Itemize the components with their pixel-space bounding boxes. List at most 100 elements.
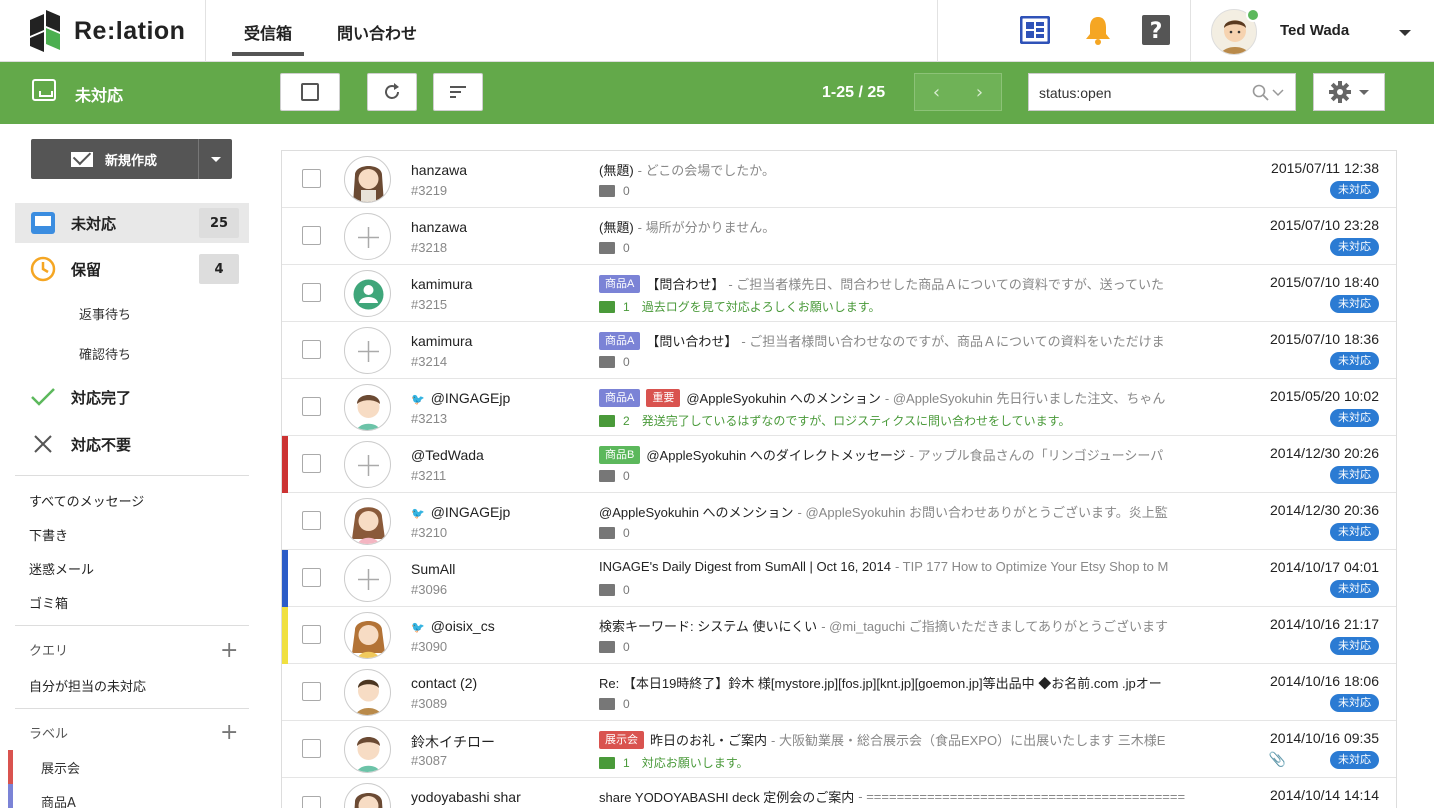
select-all-button[interactable]	[280, 73, 340, 111]
sender-name[interactable]: @TedWada	[411, 447, 484, 463]
sender-name[interactable]: 🐦 @oisix_cs	[411, 618, 495, 634]
sender-name[interactable]: 鈴木イチロー	[411, 732, 495, 752]
message-row[interactable]: 🐦 @INGAGEjp #3210 @AppleSyokuhin へのメンション - @…	[282, 493, 1396, 550]
sidebar-label-item[interactable]: 商品A	[8, 784, 76, 808]
row-checkbox[interactable]	[302, 739, 321, 758]
message-subject[interactable]: share YODOYABASHI deck 定例会のご案内 - ========…	[599, 787, 1241, 806]
sidebar-item-done[interactable]: 対応完了	[15, 377, 249, 417]
sidebar-item-my-open[interactable]: 自分が担当の未対応	[29, 676, 146, 695]
row-checkbox[interactable]	[302, 568, 321, 587]
message-subject[interactable]: @AppleSyokuhin へのメンション - @AppleSyokuhin お…	[599, 502, 1241, 521]
refresh-button[interactable]	[367, 73, 417, 111]
sender-name[interactable]: yodoyabashi shar	[411, 789, 521, 805]
compose-button[interactable]: 新規作成	[31, 139, 197, 179]
add-contact-plus-icon[interactable]	[344, 327, 391, 374]
sender-name[interactable]: contact (2)	[411, 675, 477, 691]
message-subject[interactable]: 商品A 【問い合わせ】 - ご担当者様問い合わせなのですが、商品Ａについての資料をい…	[599, 331, 1241, 350]
message-row[interactable]: contact (2) #3089 Re: 【本日19時終了】鈴木 様[mystor…	[282, 664, 1396, 721]
search-input[interactable]	[1039, 85, 1239, 101]
contact-avatar[interactable]	[344, 270, 391, 317]
sidebar-item-onhold[interactable]: 保留 4	[15, 249, 249, 289]
sidebar-item-spam[interactable]: 迷惑メール	[29, 559, 94, 578]
row-checkbox[interactable]	[302, 796, 321, 808]
sidebar-item-open[interactable]: 未対応 25	[15, 203, 249, 243]
tab-inquiries[interactable]: 問い合わせ	[337, 20, 417, 44]
add-contact-plus-icon[interactable]	[344, 441, 391, 488]
message-subject[interactable]: 商品A 【問合わせ】 - ご担当者様先日、問合わせした商品Ａについての資料ですが、送…	[599, 274, 1241, 293]
message-row[interactable]: @TedWada #3211 商品B @AppleSyokuhin へのダイレクトメッ…	[282, 436, 1396, 493]
help-icon[interactable]: ?	[1141, 14, 1171, 46]
message-subject[interactable]: 商品A 重要 @AppleSyokuhin へのメンション - @AppleSyoku…	[599, 388, 1241, 407]
message-row[interactable]: hanzawa #3219 (無題) - どこの会場でしたか。 0 2015/07/11 …	[282, 151, 1396, 208]
user-menu-caret-icon[interactable]	[1399, 30, 1411, 36]
sender-name[interactable]: kamimura	[411, 333, 472, 349]
next-page-button[interactable]: ›	[958, 74, 1001, 110]
sender-name[interactable]: 🐦 @INGAGEjp	[411, 504, 510, 520]
search-icon[interactable]	[1252, 84, 1270, 102]
app-logo[interactable]: Re:lation	[30, 10, 185, 52]
message-subject[interactable]: 検索キーワード: システム 使いにくい - @mi_taguchi ご指摘いただき…	[599, 616, 1241, 635]
message-row[interactable]: SumAll #3096 INGAGE's Daily Digest from Su…	[282, 550, 1396, 607]
contact-avatar[interactable]	[344, 498, 391, 545]
row-checkbox[interactable]	[302, 511, 321, 530]
sidebar-label-item[interactable]: 展示会	[8, 750, 80, 784]
message-subject[interactable]: 展示会 昨日のお礼・ご案内 - 大阪勧業展・総合展示会（食品EXPO）に出展いたしま…	[599, 730, 1241, 749]
grid-icon[interactable]	[1020, 14, 1050, 46]
message-row[interactable]: yodoyabashi shar share YODOYABASHI deck 定…	[282, 778, 1396, 808]
add-label-plus-icon[interactable]: +	[220, 722, 238, 744]
message-row[interactable]: 🐦 @INGAGEjp #3213 商品A 重要 @AppleSyokuhin へのメンシ…	[282, 379, 1396, 436]
sender-name[interactable]: hanzawa	[411, 162, 467, 178]
contact-avatar[interactable]	[344, 783, 391, 808]
contact-avatar[interactable]	[344, 156, 391, 203]
sidebar-item-all[interactable]: すべてのメッセージ	[29, 491, 144, 510]
label-tag[interactable]: 商品A	[599, 274, 641, 293]
settings-button[interactable]	[1313, 73, 1385, 111]
prev-page-button[interactable]: ‹	[915, 74, 958, 110]
row-checkbox[interactable]	[302, 226, 321, 245]
label-tag[interactable]: 商品A	[599, 388, 641, 407]
message-subject[interactable]: Re: 【本日19時終了】鈴木 様[mystore.jp][fos.jp][kn…	[599, 673, 1241, 692]
chevron-down-icon[interactable]	[1272, 88, 1284, 98]
contact-avatar[interactable]	[344, 384, 391, 431]
sidebar-item-drafts[interactable]: 下書き	[29, 525, 68, 544]
row-checkbox[interactable]	[302, 169, 321, 188]
contact-avatar[interactable]	[344, 726, 391, 773]
message-row[interactable]: hanzawa #3218 (無題) - 場所が分かりません。 0 2015/07/10 …	[282, 208, 1396, 265]
contact-avatar[interactable]	[344, 612, 391, 659]
row-checkbox[interactable]	[302, 625, 321, 644]
user-name[interactable]: Ted Wada	[1280, 22, 1349, 39]
message-row[interactable]: kamimura #3215 商品A 【問合わせ】 - ご担当者様先日、問合わせした商品…	[282, 265, 1396, 322]
row-checkbox[interactable]	[302, 340, 321, 359]
sidebar-item-trash[interactable]: ゴミ箱	[29, 593, 68, 612]
message-row[interactable]: 🐦 @oisix_cs #3090 検索キーワード: システム 使いにくい - @mi_…	[282, 607, 1396, 664]
contact-avatar[interactable]	[344, 669, 391, 716]
row-checkbox[interactable]	[302, 454, 321, 473]
message-subject[interactable]: INGAGE's Daily Digest from SumAll | Oct …	[599, 559, 1241, 574]
sender-name[interactable]: 🐦 @INGAGEjp	[411, 390, 510, 406]
message-subject[interactable]: (無題) - どこの会場でしたか。	[599, 160, 1241, 179]
sender-name[interactable]: hanzawa	[411, 219, 467, 235]
message-subject[interactable]: (無題) - 場所が分かりません。	[599, 217, 1241, 236]
label-tag[interactable]: 商品B	[599, 445, 641, 464]
bell-icon[interactable]	[1083, 14, 1113, 46]
sidebar-item-awaiting-check[interactable]: 確認待ち	[79, 344, 131, 363]
label-tag[interactable]: 商品A	[599, 331, 641, 350]
row-checkbox[interactable]	[302, 397, 321, 416]
sender-name[interactable]: SumAll	[411, 561, 455, 577]
sender-name[interactable]: kamimura	[411, 276, 472, 292]
sidebar-item-awaiting-reply[interactable]: 返事待ち	[79, 304, 131, 323]
label-tag[interactable]: 展示会	[599, 730, 644, 749]
add-query-plus-icon[interactable]: +	[220, 640, 238, 662]
add-contact-plus-icon[interactable]	[344, 213, 391, 260]
message-row[interactable]: 鈴木イチロー #3087 展示会 昨日のお礼・ご案内 - 大阪勧業展・総合展示会（食品E…	[282, 721, 1396, 778]
add-contact-plus-icon[interactable]	[344, 555, 391, 602]
row-checkbox[interactable]	[302, 682, 321, 701]
tab-inbox[interactable]: 受信箱	[231, 20, 305, 56]
sort-button[interactable]	[433, 73, 483, 111]
sidebar-item-unneeded[interactable]: 対応不要	[15, 424, 249, 464]
label-tag[interactable]: 重要	[646, 388, 681, 407]
compose-dropdown-button[interactable]	[198, 139, 232, 179]
message-row[interactable]: kamimura #3214 商品A 【問い合わせ】 - ご担当者様問い合わせなのですが…	[282, 322, 1396, 379]
message-subject[interactable]: 商品B @AppleSyokuhin へのダイレクトメッセージ - アップル食品さん…	[599, 445, 1241, 464]
row-checkbox[interactable]	[302, 283, 321, 302]
